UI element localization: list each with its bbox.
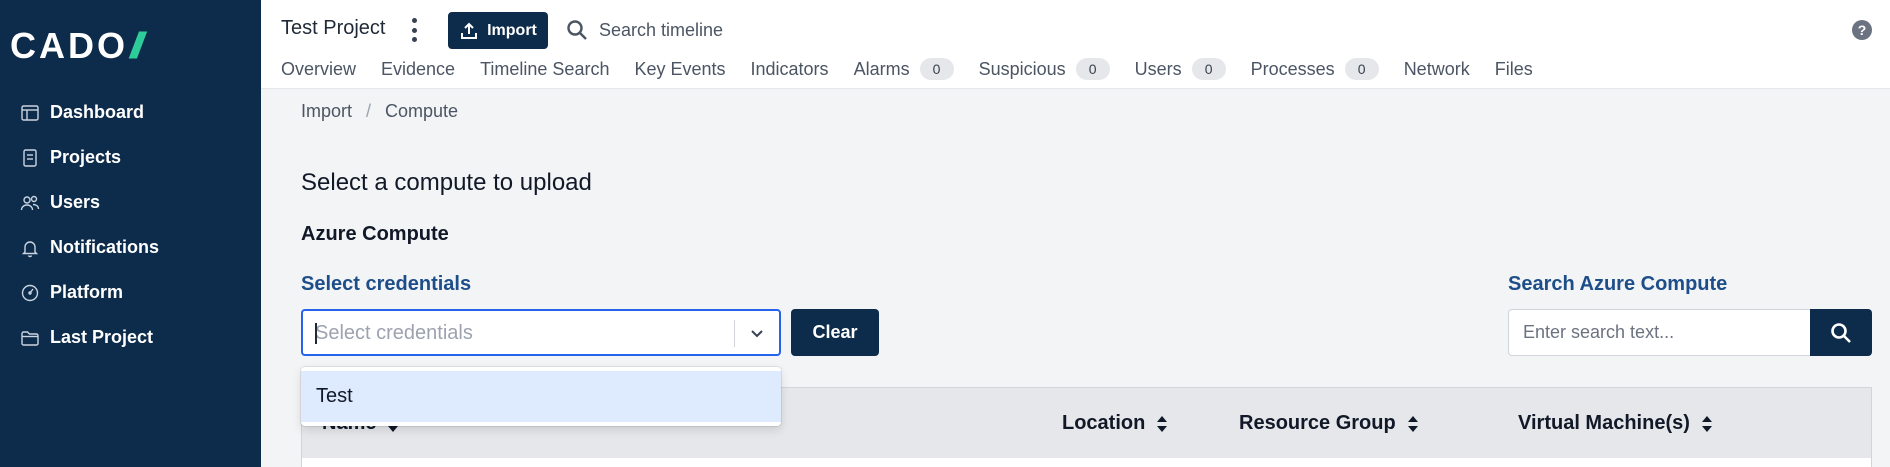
count-badge: 0 <box>919 58 954 80</box>
column-header-resource-group[interactable]: Resource Group <box>1239 412 1420 435</box>
import-button[interactable]: Import <box>448 12 548 49</box>
sidebar-item-projects[interactable]: Projects <box>0 135 261 180</box>
project-tabs: Overview Evidence Timeline Search Key Ev… <box>281 58 1558 80</box>
page-title: Select a compute to upload <box>301 169 592 196</box>
sidebar-item-dashboard[interactable]: Dashboard <box>0 90 261 135</box>
breadcrumb: Import / Compute <box>301 101 458 122</box>
upload-icon <box>461 22 478 39</box>
column-header-location[interactable]: Location <box>1062 412 1169 435</box>
tab-label: Network <box>1403 58 1470 79</box>
tab-alarms[interactable]: Alarms 0 <box>854 58 954 80</box>
search-compute-label: Search Azure Compute <box>1508 273 1728 295</box>
tab-overview[interactable]: Overview <box>281 59 356 80</box>
dashboard-icon <box>21 104 39 121</box>
tab-users[interactable]: Users 0 <box>1135 58 1226 80</box>
logo-text: CADO <box>10 25 128 66</box>
sidebar-item-label: Last Project <box>50 327 154 347</box>
section-title: Azure Compute <box>301 223 449 245</box>
help-icon[interactable]: ? <box>1852 20 1872 40</box>
tab-label: Key Events <box>634 58 726 79</box>
project-title[interactable]: Test Project <box>281 17 385 40</box>
top-header: Test Project Import Search timeline ? Ov… <box>261 0 1890 89</box>
search-compute-button[interactable] <box>1810 309 1872 356</box>
import-button-label: Import <box>487 21 537 39</box>
select-divider <box>734 320 735 347</box>
credentials-dropdown-menu: Test <box>301 367 781 426</box>
tab-network[interactable]: Network <box>1404 59 1470 80</box>
tab-label: Overview <box>281 58 357 79</box>
timeline-search-input[interactable]: Search timeline <box>599 20 723 41</box>
sidebar-item-label: Dashboard <box>50 102 145 122</box>
clear-button[interactable]: Clear <box>791 309 879 356</box>
tab-processes[interactable]: Processes 0 <box>1251 58 1379 80</box>
sidebar-nav: Dashboard Projects Users Notifications P… <box>0 90 261 360</box>
credentials-option[interactable]: Test <box>301 371 781 422</box>
breadcrumb-separator: / <box>366 101 372 121</box>
more-options-icon[interactable] <box>409 18 419 42</box>
column-label: Location <box>1062 412 1146 434</box>
table-row <box>301 458 1872 467</box>
tab-files[interactable]: Files <box>1495 59 1533 80</box>
folder-icon <box>21 330 39 346</box>
column-label: Resource Group <box>1239 412 1396 434</box>
projects-icon <box>23 148 37 167</box>
sidebar-item-label: Users <box>50 192 101 212</box>
tab-evidence[interactable]: Evidence <box>381 59 455 80</box>
tab-suspicious[interactable]: Suspicious 0 <box>979 58 1110 80</box>
credentials-placeholder: Select credentials <box>315 322 473 344</box>
tab-indicators[interactable]: Indicators <box>751 59 829 80</box>
sidebar-item-users[interactable]: Users <box>0 180 261 225</box>
sidebar-item-label: Notifications <box>50 237 160 257</box>
credentials-label: Select credentials <box>301 273 472 295</box>
sidebar-item-label: Platform <box>50 282 124 302</box>
tab-label: Evidence <box>381 58 456 79</box>
tab-label: Indicators <box>750 58 829 79</box>
bell-icon <box>21 240 39 257</box>
users-icon <box>20 195 40 210</box>
cado-logo[interactable]: CADO // <box>10 25 144 66</box>
tab-key-events[interactable]: Key Events <box>634 59 725 80</box>
search-icon <box>1831 322 1851 343</box>
sidebar-item-label: Projects <box>50 147 122 167</box>
tab-label: Timeline Search <box>480 58 610 79</box>
sidebar-item-notifications[interactable]: Notifications <box>0 225 261 270</box>
logo-accent: // <box>130 25 144 66</box>
breadcrumb-import[interactable]: Import <box>301 101 352 122</box>
sidebar-item-last-project[interactable]: Last Project <box>0 315 261 360</box>
sort-icon <box>1157 415 1168 432</box>
count-badge: 0 <box>1075 58 1110 80</box>
sort-icon <box>1407 415 1418 432</box>
search-icon[interactable] <box>566 19 588 41</box>
platform-icon <box>21 284 39 301</box>
tab-label: Alarms <box>853 58 910 79</box>
tab-timeline-search[interactable]: Timeline Search <box>480 59 609 80</box>
tab-label: Users <box>1134 58 1182 79</box>
column-label: Virtual Machine(s) <box>1518 412 1690 434</box>
credentials-select[interactable]: Select credentials <box>301 309 781 356</box>
tab-label: Files <box>1494 58 1533 79</box>
sidebar: CADO // Dashboard Projects Users Notific… <box>0 0 261 467</box>
search-compute-input[interactable] <box>1508 309 1811 356</box>
chevron-down-icon[interactable] <box>747 323 767 343</box>
column-header-virtual-machines[interactable]: Virtual Machine(s) <box>1518 412 1714 435</box>
count-badge: 0 <box>1344 58 1379 80</box>
sidebar-item-platform[interactable]: Platform <box>0 270 261 315</box>
text-cursor <box>315 323 317 344</box>
tab-label: Suspicious <box>978 58 1066 79</box>
tab-label: Processes <box>1250 58 1335 79</box>
sort-icon <box>1701 415 1712 432</box>
count-badge: 0 <box>1191 58 1226 80</box>
breadcrumb-compute: Compute <box>385 101 459 121</box>
